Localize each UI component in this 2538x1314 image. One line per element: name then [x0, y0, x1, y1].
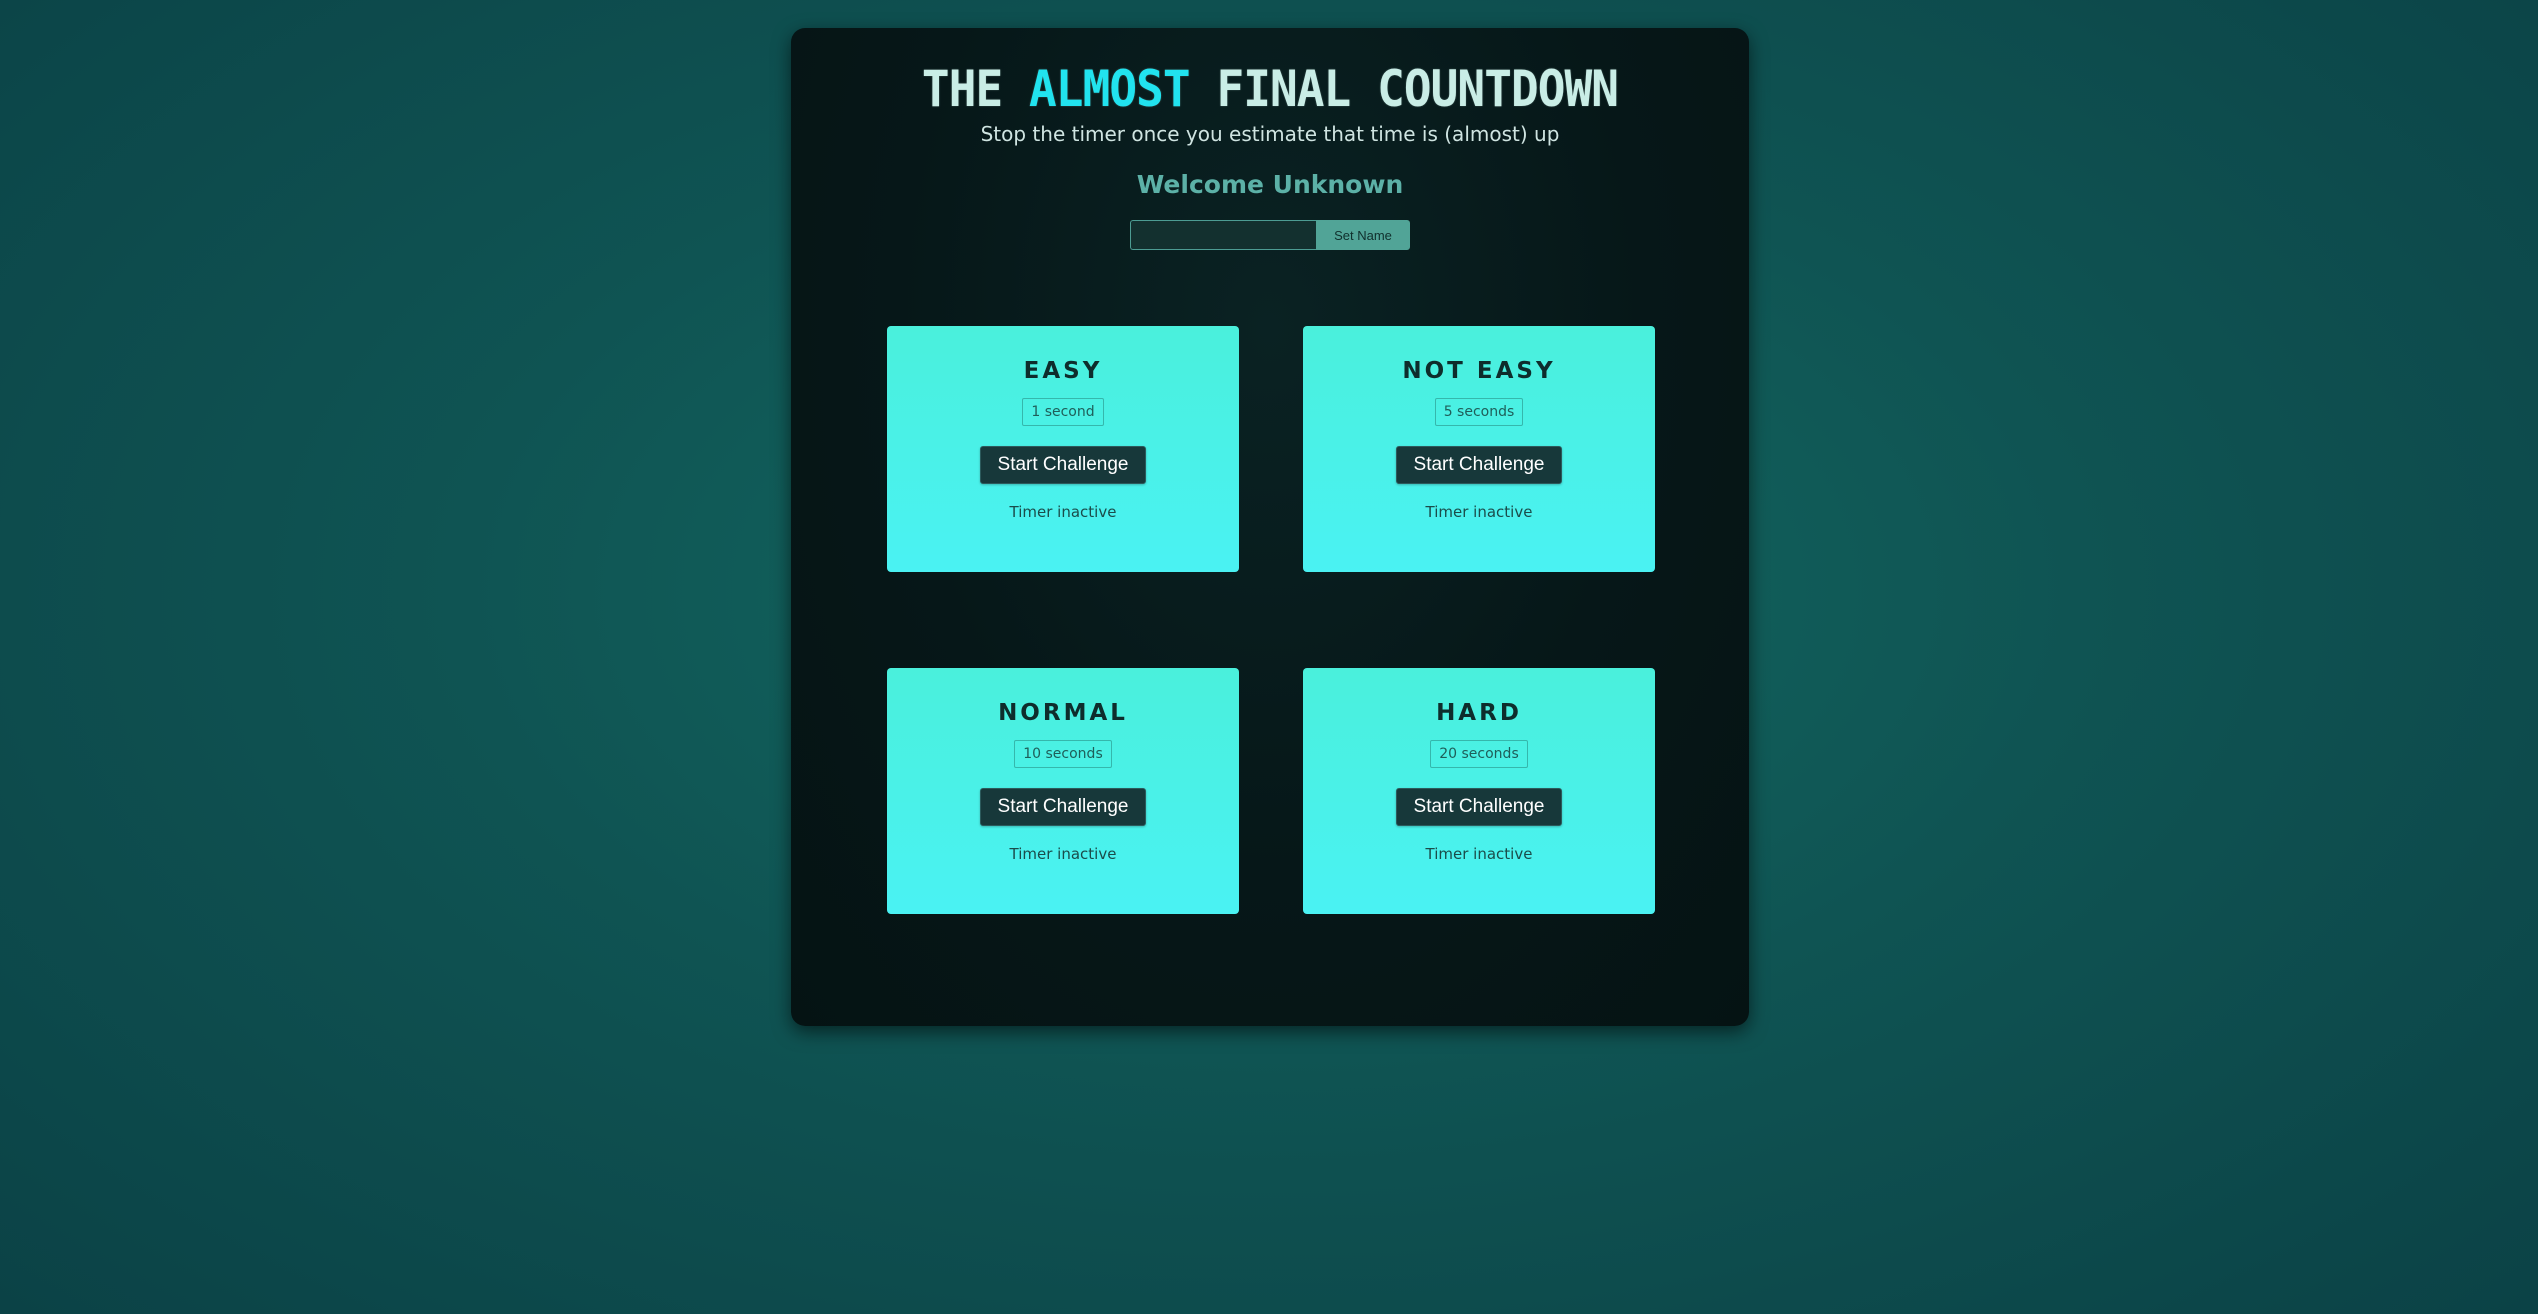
duration-badge: 1 second — [1022, 398, 1104, 426]
challenge-card-easy: EASY 1 second Start Challenge Timer inac… — [887, 326, 1239, 572]
duration-badge: 5 seconds — [1434, 398, 1524, 426]
page-subtitle: Stop the timer once you estimate that ti… — [980, 122, 1560, 146]
title-accent: ALMOST — [1029, 60, 1191, 118]
title-part-1: THE — [921, 60, 1030, 118]
start-challenge-button[interactable]: Start Challenge — [980, 788, 1146, 826]
game-panel: THE ALMOST FINAL COUNTDOWN Stop the time… — [791, 28, 1749, 1026]
challenge-title: EASY — [1023, 358, 1103, 384]
start-challenge-button[interactable]: Start Challenge — [1396, 788, 1562, 826]
timer-status: Timer inactive — [1425, 845, 1533, 863]
duration-badge: 10 seconds — [1014, 740, 1112, 768]
page-title: THE ALMOST FINAL COUNTDOWN — [829, 60, 1710, 118]
start-challenge-button[interactable]: Start Challenge — [980, 446, 1146, 484]
challenge-title: NORMAL — [998, 700, 1128, 726]
welcome-message: Welcome Unknown — [1136, 170, 1404, 199]
header: THE ALMOST FINAL COUNTDOWN Stop the time… — [791, 60, 1749, 250]
set-name-button[interactable]: Set Name — [1316, 220, 1410, 250]
name-form: Set Name — [791, 220, 1749, 250]
name-input[interactable] — [1130, 220, 1316, 250]
start-challenge-button[interactable]: Start Challenge — [1396, 446, 1562, 484]
challenge-card-normal: NORMAL 10 seconds Start Challenge Timer … — [887, 668, 1239, 914]
challenge-title: HARD — [1436, 700, 1522, 726]
duration-badge: 20 seconds — [1430, 740, 1528, 768]
challenge-title: NOT EASY — [1402, 358, 1556, 384]
timer-status: Timer inactive — [1425, 503, 1533, 521]
challenge-card-not-easy: NOT EASY 5 seconds Start Challenge Timer… — [1303, 326, 1655, 572]
timer-status: Timer inactive — [1009, 845, 1117, 863]
challenge-card-hard: HARD 20 seconds Start Challenge Timer in… — [1303, 668, 1655, 914]
timer-status: Timer inactive — [1009, 503, 1117, 521]
title-part-2: FINAL COUNTDOWN — [1189, 60, 1619, 118]
